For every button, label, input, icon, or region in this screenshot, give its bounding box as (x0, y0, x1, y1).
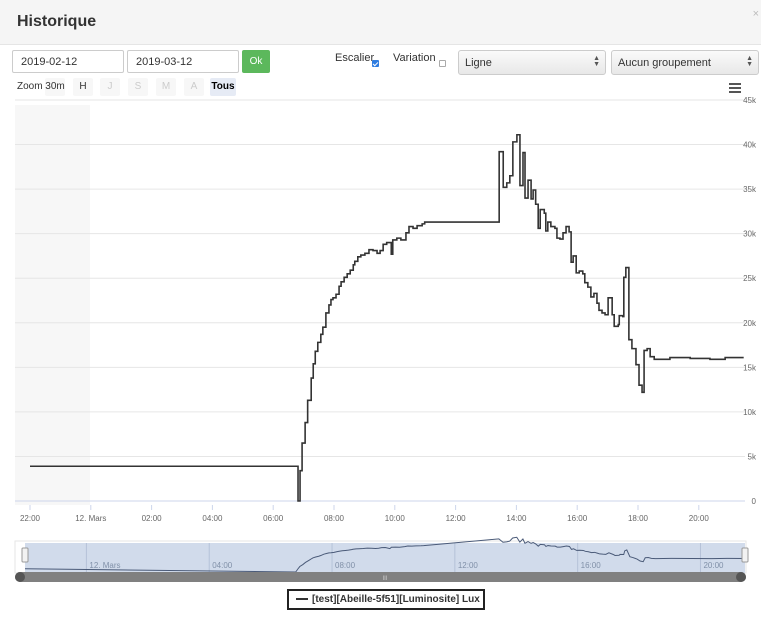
navigator (14, 540, 747, 574)
y-tick-label: 35k (743, 185, 757, 194)
zoom-s-button[interactable]: S (128, 78, 148, 96)
modal-title: Historique (17, 13, 97, 30)
night-band (15, 105, 90, 505)
escalier-checkbox[interactable] (372, 60, 379, 67)
ok-button[interactable]: Ok (242, 50, 270, 73)
end-date-input[interactable] (127, 50, 239, 73)
x-tick-label: 20:00 (689, 514, 710, 523)
scrollbar[interactable] (15, 572, 746, 582)
y-tick-label: 5k (748, 452, 757, 461)
x-tick-label: 02:00 (142, 514, 163, 523)
zoom-m-button[interactable]: M (156, 78, 176, 96)
zoom-j-button[interactable]: J (100, 78, 120, 96)
navigator-series-line (24, 536, 746, 573)
chart-menu-icon[interactable] (729, 83, 741, 95)
navigator-left-handle[interactable] (21, 547, 29, 563)
chart-type-select[interactable]: Ligne ▲ ▼ (458, 50, 606, 75)
zoom-tous-button[interactable]: Tous (210, 78, 236, 96)
x-tick-label: 06:00 (263, 514, 284, 523)
x-tick-label: 12. Mars (75, 514, 106, 523)
x-tick-label: 22:00 (20, 514, 41, 523)
y-tick-label: 30k (743, 230, 757, 239)
navigator-label: 20:00 (703, 561, 724, 570)
x-tick-label: 18:00 (628, 514, 649, 523)
y-tick-label: 45k (743, 96, 757, 105)
navigator-label: 04:00 (212, 561, 233, 570)
zoom-label: Zoom (17, 81, 43, 92)
navigator-label: 12:00 (458, 561, 479, 570)
scroll-right-button[interactable] (736, 572, 746, 582)
grouping-select[interactable]: Aucun groupement ▲ ▼ (611, 50, 759, 75)
x-tick-label: 04:00 (202, 514, 223, 523)
y-tick-label: 20k (743, 319, 757, 328)
navigator-label: 12. Mars (89, 561, 120, 570)
legend-label: [test][Abeille-5f51][Luminosite] Lux (312, 594, 480, 605)
scrollbar-grip[interactable]: III (382, 576, 387, 582)
select-arrows-icon: ▲ ▼ (746, 55, 753, 68)
zoom-30m-button[interactable]: 30m (45, 78, 65, 96)
legend-line-icon (296, 598, 308, 601)
scroll-left-button[interactable] (15, 572, 25, 582)
close-icon[interactable]: × (753, 8, 759, 20)
modal-header: Historique × (0, 0, 761, 45)
y-tick-label: 40k (743, 141, 757, 150)
x-tick-label: 16:00 (567, 514, 588, 523)
chart-type-value: Ligne (465, 57, 492, 69)
select-arrows-icon: ▲ ▼ (593, 55, 600, 68)
x-tick-label: 10:00 (385, 514, 406, 523)
legend-item[interactable]: [test][Abeille-5f51][Luminosite] Lux (287, 589, 485, 610)
y-tick-label: 25k (743, 274, 757, 283)
variation-checkbox[interactable] (439, 60, 446, 67)
x-tick-label: 14:00 (506, 514, 527, 523)
navigator-label: 08:00 (335, 561, 356, 570)
x-tick-label: 08:00 (324, 514, 345, 523)
escalier-label: Escalier (335, 52, 375, 64)
x-tick-label: 12:00 (446, 514, 467, 523)
start-date-input[interactable] (12, 50, 124, 73)
y-tick-label: 0 (752, 497, 757, 506)
series-line (30, 133, 744, 502)
variation-label: Variation (393, 52, 436, 64)
y-tick-label: 15k (743, 363, 757, 372)
y-tick-label: 10k (743, 408, 757, 417)
grouping-value: Aucun groupement (618, 57, 711, 69)
zoom-h-button[interactable]: H (73, 78, 93, 96)
zoom-a-button[interactable]: A (184, 78, 204, 96)
navigator-right-handle[interactable] (741, 547, 749, 563)
navigator-selection[interactable] (25, 543, 745, 573)
navigator-label: 16:00 (581, 561, 602, 570)
